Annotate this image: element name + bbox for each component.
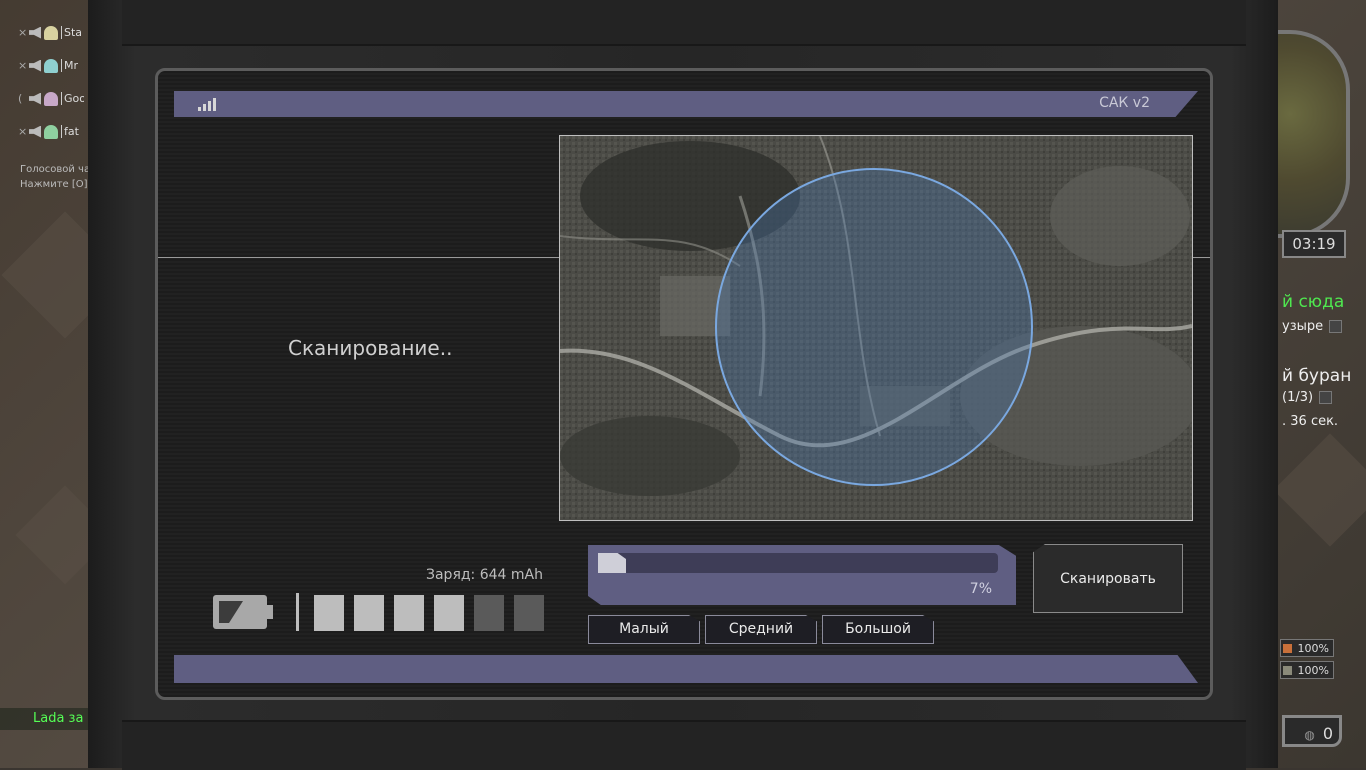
scan-progress-percent: 7% [969,581,992,597]
avatar-icon [44,91,58,106]
battery-icon [213,595,273,629]
device-bottom-frame [122,720,1246,770]
battery-cell [394,595,424,631]
voice-user-row[interactable]: × fat [18,115,88,148]
minimap [1272,30,1350,238]
scan-progress-fill [598,553,626,573]
mute-icon: × [18,59,28,72]
screen-footer [174,655,1198,683]
battery-cells [314,595,544,631]
voice-user-name: fat [61,125,84,138]
battery-cell [514,595,544,631]
speaker-icon [29,125,41,138]
voice-chat-hint: Голосовой ча Нажмите [O] [20,162,88,192]
task-subtitle: (1/3) [1282,390,1333,405]
money-counter: ◍ 0 [1282,715,1342,747]
voice-chat-panel: × Sta × Mr ( Goo × fat [18,16,88,148]
radius-medium-tab[interactable]: Средний [705,615,817,644]
scan-progress-panel: 7% [588,545,1016,605]
battery-cell [474,595,504,631]
stat-armor: 100% [1280,661,1334,679]
mute-icon: × [18,26,28,39]
task-title: й сюда [1282,292,1345,312]
voice-user-row[interactable]: × Sta [18,16,88,49]
scan-map[interactable] [559,135,1193,521]
battery-cell [314,595,344,631]
charge-label: Заряд: 644 mAh [426,567,543,583]
voice-hint-line: Голосовой ча [20,164,88,175]
health-icon [1283,644,1292,653]
radius-small-tab[interactable]: Малый [588,615,700,644]
battery-cell [354,595,384,631]
task-timer: . 36 сек. [1282,414,1339,429]
battery-separator [296,593,299,631]
mute-icon: × [18,125,28,138]
scan-status: Сканирование.. [288,336,453,360]
game-clock: 03:19 [1282,230,1346,258]
task-checkbox [1329,320,1343,333]
device-top-frame [122,0,1246,46]
task-subtitle: узыре [1282,319,1343,334]
task-subtitle-text: узыре [1282,319,1324,334]
avatar-icon [44,124,58,139]
voice-user-name: Mr [61,59,84,72]
voice-user-row[interactable]: × Mr [18,49,88,82]
radius-selector: Малый Средний Большой [588,615,934,644]
device-title: САК v2 [1099,95,1150,111]
avatar-icon [44,25,58,40]
stat-health: 100% [1280,639,1334,657]
voice-user-name: Goo [61,92,84,105]
voice-user-name: Sta [61,26,84,39]
chat-notice: Lada за [0,708,90,730]
globe-icon: ◍ [1304,728,1315,742]
task-progress-text: (1/3) [1282,390,1314,405]
task-checkbox [1319,391,1333,404]
screen-header: САК v2 [174,91,1198,117]
avatar-icon [44,58,58,73]
signal-icon [198,97,220,111]
task-title: й буран [1282,366,1352,386]
stat-value: 100% [1297,642,1329,655]
armor-icon [1283,666,1292,675]
voice-user-row[interactable]: ( Goo [18,82,88,115]
speaker-icon [29,59,41,72]
scanner-screen: САК v2 Сканирование.. Заряд: 644 mAh 7% … [155,68,1213,700]
scan-progress-track [598,553,998,573]
money-value: 0 [1322,724,1333,743]
battery-cell [434,595,464,631]
speaker-icon [29,26,41,39]
radius-large-tab[interactable]: Большой [822,615,934,644]
speaker-icon [29,92,41,105]
scan-button[interactable]: Сканировать [1033,544,1183,613]
stat-value: 100% [1297,664,1329,677]
voice-hint-line: Нажмите [O] [20,179,88,190]
sound-waves-icon: ( [18,92,23,105]
